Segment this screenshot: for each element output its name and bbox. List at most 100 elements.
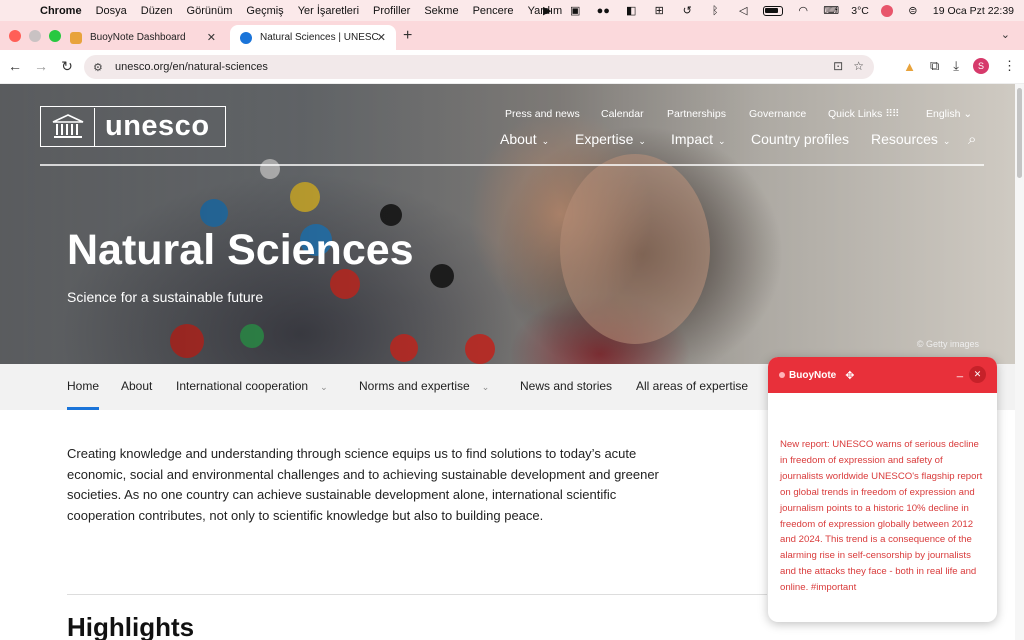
extensions-icon[interactable]: ⧉ xyxy=(930,58,939,74)
reload-button[interactable]: ↻ xyxy=(58,58,76,75)
download-icon[interactable]: ⤓ xyxy=(953,58,959,74)
logo-wordmark: unesco xyxy=(105,110,210,142)
nav-quick-links[interactable]: Quick Links ⠿⠿ xyxy=(828,108,900,120)
nav-partnerships[interactable]: Partnerships xyxy=(667,108,726,120)
tab-title: Natural Sciences | UNESCO xyxy=(260,32,378,43)
site-info-icon[interactable]: ⚙ xyxy=(93,61,107,74)
translate-icon[interactable]: ⊡ xyxy=(833,59,843,73)
chevron-down-icon: ⌄ xyxy=(942,136,951,146)
menu-tab[interactable]: Sekme xyxy=(424,5,458,17)
subnav-label: Norms and expertise xyxy=(359,379,470,393)
subnav-about[interactable]: About xyxy=(121,379,152,393)
buoynote-panel: BuoyNote ✥ _ ✕ New report: UNESCO warns … xyxy=(768,357,997,622)
subnav-all-areas[interactable]: All areas of expertise xyxy=(636,379,748,393)
nav-press-and-news[interactable]: Press and news xyxy=(505,108,580,120)
url-text[interactable]: unesco.org/en/natural-sciences xyxy=(115,61,268,73)
tab-title: BuoyNote Dashboard xyxy=(90,32,186,43)
tab-buoynote-dashboard[interactable]: BuoyNote Dashboard ✕ xyxy=(60,25,226,50)
mainnav-resources[interactable]: Resources ⌄ xyxy=(871,131,950,147)
language-selector[interactable]: English ⌄ xyxy=(926,108,972,120)
subnav-label: International cooperation xyxy=(176,379,309,393)
close-tab-icon[interactable]: ✕ xyxy=(377,31,386,44)
chevron-down-icon: ⌄ xyxy=(718,136,726,146)
profile-avatar[interactable]: S xyxy=(973,58,989,74)
minimize-window-button[interactable] xyxy=(29,30,41,42)
tab-natural-sciences[interactable]: Natural Sciences | UNESCO ✕ xyxy=(230,25,396,50)
section-divider xyxy=(67,594,767,595)
buoynote-header[interactable]: BuoyNote ✥ _ ✕ xyxy=(768,357,997,393)
back-button[interactable]: ← xyxy=(6,58,24,74)
screenshot-icon[interactable]: ▣ xyxy=(567,5,583,17)
bluetooth-icon[interactable]: ᛒ xyxy=(707,5,723,17)
subnav-international-cooperation[interactable]: International cooperation ⌄ xyxy=(176,379,328,393)
intro-paragraph: Creating knowledge and understanding thr… xyxy=(67,446,659,523)
grid-icon[interactable]: ⊞ xyxy=(651,5,667,17)
mainnav-label: Country profiles xyxy=(751,131,850,147)
more-menu-icon[interactable]: ⋮ xyxy=(1003,58,1016,74)
subnav-home[interactable]: Home xyxy=(67,379,99,393)
chevron-down-icon: ⌄ xyxy=(320,382,328,392)
note-text[interactable]: New report: UNESCO warns of serious decl… xyxy=(780,437,988,596)
menu-view[interactable]: Görünüm xyxy=(187,5,233,17)
buoynote-extension-icon[interactable]: ▲ xyxy=(903,59,916,74)
mainnav-impact[interactable]: Impact ⌄ xyxy=(671,131,726,147)
weather-text[interactable]: 3°C xyxy=(851,5,869,17)
control-center-icon[interactable]: ⊜ xyxy=(905,5,921,17)
mainnav-country-profiles[interactable]: Country profiles xyxy=(751,131,849,147)
close-icon[interactable]: ✕ xyxy=(969,366,986,383)
mainnav-label: Impact xyxy=(671,131,714,147)
wifi-icon[interactable]: ◠ xyxy=(795,5,811,17)
search-icon[interactable]: ⌕ xyxy=(968,131,976,148)
forward-button[interactable]: → xyxy=(32,58,50,74)
time-machine-icon[interactable]: ↺ xyxy=(679,5,695,17)
mainnav-about[interactable]: About ⌄ xyxy=(500,131,549,147)
sidebar-icon[interactable]: ◧ xyxy=(623,5,639,17)
omnibox-actions: ⊡ ☆ xyxy=(833,59,864,73)
macos-menu-bar: Chrome Dosya Düzen Görünüm Geçmiş Yer İş… xyxy=(0,0,1024,21)
toolbar-actions: ▲ ⧉ ⤓ S ⋮ xyxy=(903,58,1016,74)
scrollbar-thumb[interactable] xyxy=(1017,88,1022,178)
play-icon[interactable]: ▶ xyxy=(539,5,555,17)
menu-edit[interactable]: Düzen xyxy=(141,5,173,17)
menu-file[interactable]: Dosya xyxy=(96,5,127,17)
language-label: English xyxy=(926,108,961,120)
buoynote-title: BuoyNote xyxy=(789,369,837,381)
dots-icon[interactable]: ●● xyxy=(595,5,611,17)
chevron-down-icon: ⌄ xyxy=(963,108,973,120)
status-area: ▶ ▣ ●● ◧ ⊞ ↺ ᛒ ◁ ◠ ⌨ 3°C ⊜ 19 Oca Pzt 22… xyxy=(539,0,1014,21)
hero-banner: unesco Press and news Calendar Partnersh… xyxy=(0,84,1015,364)
menu-app-name[interactable]: Chrome xyxy=(40,5,82,17)
new-tab-button[interactable]: + xyxy=(403,27,412,45)
nav-calendar[interactable]: Calendar xyxy=(601,108,644,120)
menu-profiles[interactable]: Profiller xyxy=(373,5,410,17)
battery-icon[interactable] xyxy=(763,5,784,16)
menu-bookmarks[interactable]: Yer İşaretleri xyxy=(298,5,359,17)
buoynote-dot-icon xyxy=(779,372,785,378)
browser-toolbar: ← → ↻ ⚙ unesco.org/en/natural-sciences ⊡… xyxy=(0,50,1024,84)
keyboard-icon[interactable]: ⌨ xyxy=(823,5,839,17)
subnav-news-and-stories[interactable]: News and stories xyxy=(520,379,612,393)
active-tab-indicator xyxy=(67,407,99,410)
minimize-button[interactable]: _ xyxy=(957,366,963,378)
temple-icon-svg xyxy=(52,113,83,138)
mainnav-expertise[interactable]: Expertise ⌄ xyxy=(575,131,646,147)
close-tab-icon[interactable]: ✕ xyxy=(207,31,216,44)
close-window-button[interactable] xyxy=(9,30,21,42)
tab-strip: BuoyNote Dashboard ✕ Natural Sciences | … xyxy=(0,21,1024,50)
unesco-logo[interactable]: unesco xyxy=(40,106,226,147)
mute-icon[interactable]: ◁ xyxy=(735,5,751,17)
clock-text[interactable]: 19 Oca Pzt 22:39 xyxy=(933,5,1014,17)
bookmark-star-icon[interactable]: ☆ xyxy=(853,59,864,73)
tab-search-chevron-icon[interactable]: ⌄ xyxy=(1001,28,1010,41)
buoynote-favicon-icon xyxy=(70,31,82,44)
mainnav-label: Resources xyxy=(871,131,938,147)
menu-history[interactable]: Geçmiş xyxy=(246,5,283,17)
nav-governance[interactable]: Governance xyxy=(749,108,806,120)
move-handle-icon[interactable]: ✥ xyxy=(845,369,854,382)
menu-window[interactable]: Pencere xyxy=(473,5,514,17)
page-scrollbar[interactable] xyxy=(1015,84,1024,640)
user-icon[interactable] xyxy=(880,4,893,17)
address-bar[interactable]: ⚙ unesco.org/en/natural-sciences ⊡ ☆ xyxy=(84,55,874,79)
subnav-norms-and-expertise[interactable]: Norms and expertise ⌄ xyxy=(359,379,489,393)
chevron-down-icon: ⌄ xyxy=(541,136,550,146)
